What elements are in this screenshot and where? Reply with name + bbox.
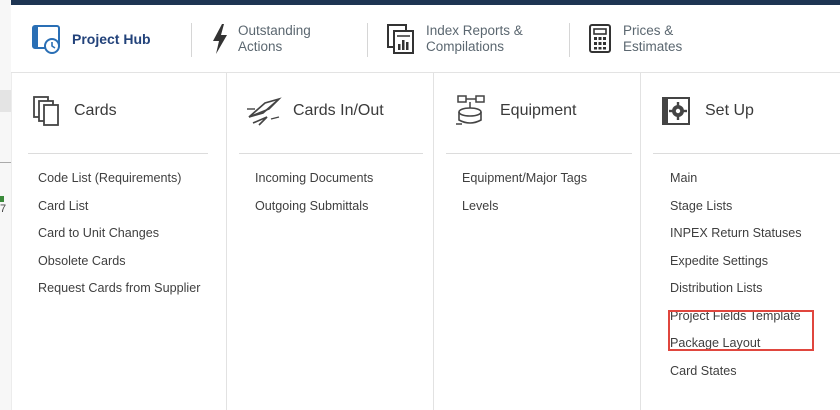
tab-prices-estimates[interactable]: Prices & Estimates: [587, 5, 682, 73]
menu-column-set-up: Set Up Main Stage Lists INPEX Return Sta…: [641, 73, 840, 410]
menu-column-cards-in-out: Cards In/Out Incoming Documents Outgoing…: [227, 73, 433, 410]
reports-icon: [386, 22, 416, 56]
menu-item-code-list[interactable]: Code List (Requirements): [38, 165, 200, 193]
menu-column-cards: Cards Code List (Requirements) Card List…: [12, 73, 226, 410]
menu-item-inpex-return-statuses[interactable]: INPEX Return Statuses: [670, 220, 802, 248]
menu-item-request-cards-from-supplier[interactable]: Request Cards from Supplier: [38, 275, 200, 303]
background-band: [0, 90, 11, 112]
menu-item-card-list[interactable]: Card List: [38, 193, 200, 221]
menu-item-stage-lists[interactable]: Stage Lists: [670, 193, 802, 221]
gear-icon: [661, 96, 691, 126]
project-hub-icon: [30, 22, 64, 56]
menu-item-levels[interactable]: Levels: [462, 193, 587, 221]
calculator-icon: [587, 22, 615, 56]
lightning-icon: [210, 22, 230, 56]
menu-item-expedite-settings[interactable]: Expedite Settings: [670, 248, 802, 276]
menu-column-title: Set Up: [705, 102, 754, 119]
menu-item-incoming-documents[interactable]: Incoming Documents: [255, 165, 373, 193]
menu-column-title: Cards: [74, 102, 117, 119]
background-page: 7: [0, 0, 11, 410]
tab-index-reports[interactable]: Index Reports & Compilations: [386, 5, 523, 73]
tab-project-hub-label: Project Hub: [72, 31, 151, 47]
tab-outstanding-actions[interactable]: Outstanding Actions: [210, 5, 311, 73]
menu-column-equipment: Equipment Equipment/Major Tags Levels: [434, 73, 640, 410]
tab-index-reports-label: Index Reports & Compilations: [426, 23, 523, 54]
cards-icon: [32, 95, 62, 127]
tab-outstanding-actions-label: Outstanding Actions: [238, 23, 311, 54]
menu-item-outgoing-submittals[interactable]: Outgoing Submittals: [255, 193, 373, 221]
menu-item-distribution-lists[interactable]: Distribution Lists: [670, 275, 802, 303]
menu-column-title: Cards In/Out: [293, 102, 384, 119]
background-text: 7: [0, 203, 7, 215]
menu-item-main[interactable]: Main: [670, 165, 802, 193]
cards-in-out-icon: [245, 95, 283, 127]
menu-item-card-to-unit-changes[interactable]: Card to Unit Changes: [38, 220, 200, 248]
background-separator: [0, 162, 11, 163]
menu-item-card-states[interactable]: Card States: [670, 358, 802, 386]
background-green-marker: [0, 196, 4, 202]
menu-column-title: Equipment: [500, 102, 577, 119]
tab-prices-estimates-label: Prices & Estimates: [623, 23, 683, 54]
tab-project-hub[interactable]: Project Hub: [30, 5, 151, 73]
menu-item-obsolete-cards[interactable]: Obsolete Cards: [38, 248, 200, 276]
menu-item-equipment-major-tags[interactable]: Equipment/Major Tags: [462, 165, 587, 193]
main-nav-tabs: Project Hub Outstanding Actions Index Re…: [11, 5, 840, 73]
equipment-icon: [454, 94, 490, 128]
expedite-settings-highlight-box: [668, 310, 814, 351]
project-hub-mega-menu: Cards Code List (Requirements) Card List…: [11, 73, 840, 410]
